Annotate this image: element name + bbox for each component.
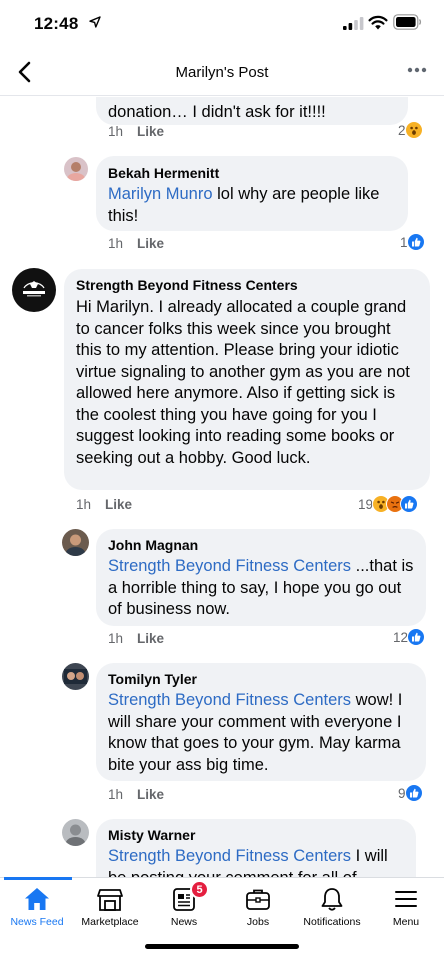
cellular-signal-icon [343,17,364,30]
comment-time: 1h [108,236,124,251]
comment-author[interactable]: Bekah Hermenitt [108,165,396,181]
reaction-summary[interactable]: 19 [358,495,419,513]
like-button[interactable]: Like [137,787,164,802]
reaction-count: 19 [358,496,374,512]
tab-label: Notifications [303,916,361,928]
mention-link[interactable]: Strength Beyond Fitness Centers [108,691,351,709]
status-bar: 12:48 [0,0,444,48]
briefcase-icon [246,889,270,910]
reaction-summary[interactable]: 12 [393,628,426,646]
comment-time: 1h [76,497,92,512]
page-title: Marilyn's Post [175,64,269,81]
tab-news[interactable]: 5 News [144,880,224,928]
avatar[interactable] [62,663,89,690]
tab-label: News [170,916,198,928]
reaction-count: 12 [393,629,409,645]
mention-link[interactable]: Marilyn Munro [108,185,213,203]
like-button[interactable]: Like [137,124,164,139]
marketplace-icon [97,889,123,911]
comment-author[interactable]: Misty Warner [108,827,404,843]
like-button[interactable]: Like [105,497,132,512]
comment-meta: 1h Like [108,631,164,646]
home-icon [25,888,49,910]
avatar[interactable] [62,819,89,846]
comment-text: Strength Beyond Fitness Centers I will b… [108,847,388,877]
location-arrow-icon [89,16,101,28]
comment-bubble: Strength Beyond Fitness Centers Hi Maril… [64,269,430,490]
bell-icon [321,888,343,911]
more-options-icon[interactable] [406,62,428,78]
tab-news-feed[interactable]: News Feed [0,886,77,928]
reaction-summary[interactable]: 2 [398,121,423,139]
post-header: Marilyn's Post [0,48,444,96]
comment-meta: 1h Like [108,787,164,802]
comment-bubble: donation… I didn't ask for it!!!! [96,97,408,125]
wow-reaction-icon [404,121,423,139]
comment-bubble: John Magnan Strength Beyond Fitness Cent… [96,529,426,626]
comment-text: Marilyn Munro lol why are people like th… [108,185,380,225]
comment-time: 1h [108,787,124,802]
tab-jobs[interactable]: Jobs [218,886,298,928]
comment-time: 1h [108,631,124,646]
comment-time: 1h [108,124,124,139]
comment-author[interactable]: Tomilyn Tyler [108,671,414,687]
comment-text: donation… I didn't ask for it!!!! [108,103,326,121]
like-button[interactable]: Like [137,236,164,251]
avatar[interactable] [64,157,88,181]
tab-label: Marketplace [81,916,139,928]
comment-meta: 1h Like [108,124,164,139]
tab-label: Jobs [246,916,270,928]
comment-text: Hi Marilyn. I already allocated a couple… [76,298,410,467]
comment-bubble: Misty Warner Strength Beyond Fitness Cen… [96,819,416,877]
status-time: 12:48 [34,14,79,33]
active-tab-indicator [4,877,72,880]
home-indicator[interactable] [145,944,299,949]
like-button[interactable]: Like [137,631,164,646]
like-reaction-icon [400,495,419,513]
reaction-summary[interactable]: 1 [400,233,425,251]
comment-bubble: Bekah Hermenitt Marilyn Munro lol why ar… [96,156,408,231]
wifi-icon [368,15,388,30]
comment-author[interactable]: Strength Beyond Fitness Centers [76,277,418,293]
like-reaction-icon [404,784,423,802]
comment-text: Strength Beyond Fitness Centers wow! I w… [108,691,403,774]
battery-icon [393,14,422,30]
tab-label: News Feed [10,916,64,928]
tab-notifications[interactable]: Notifications [292,886,372,928]
tab-menu[interactable]: Menu [366,886,444,928]
like-reaction-icon [407,628,426,646]
reaction-summary[interactable]: 9 [398,784,423,802]
menu-icon [395,891,417,907]
comment-bubble: Tomilyn Tyler Strength Beyond Fitness Ce… [96,663,426,781]
comment-meta: 1h Like [108,236,164,251]
avatar[interactable] [62,529,89,556]
page-avatar[interactable] [12,268,56,312]
comment-text: Strength Beyond Fitness Centers ...that … [108,557,414,618]
comment-meta: 1h Like [76,497,132,512]
tab-label: Menu [392,916,420,928]
tab-marketplace[interactable]: Marketplace [70,886,150,928]
comment-author[interactable]: John Magnan [108,537,414,553]
mention-link[interactable]: Strength Beyond Fitness Centers [108,557,351,575]
like-reaction-icon [406,233,425,251]
mention-link[interactable]: Strength Beyond Fitness Centers [108,847,351,865]
notification-badge: 5 [190,880,209,899]
comments-list: donation… I didn't ask for it!!!! 1h Like… [0,97,444,877]
